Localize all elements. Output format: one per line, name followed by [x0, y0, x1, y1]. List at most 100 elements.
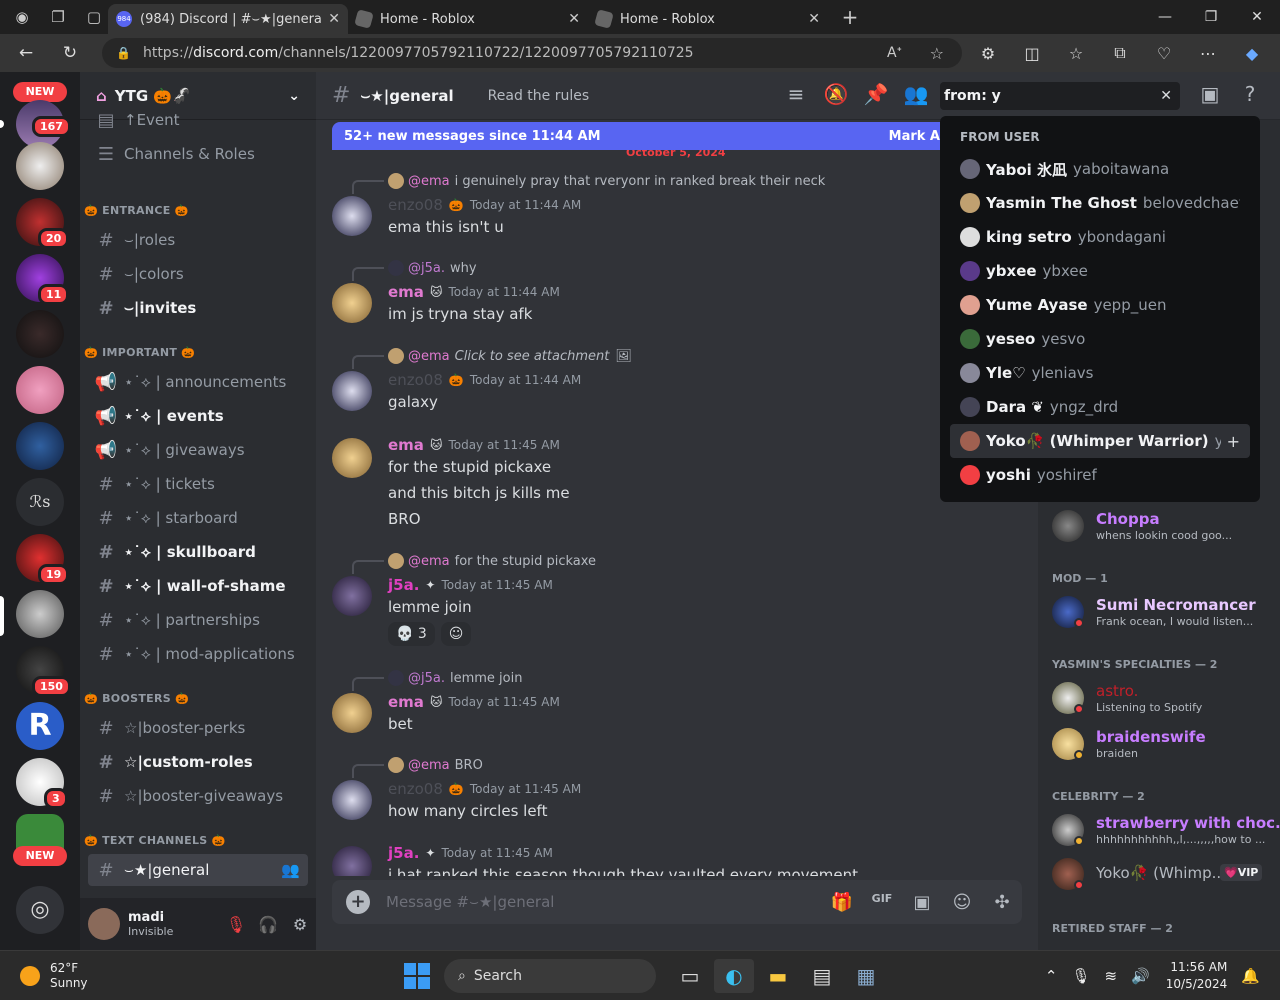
- server-icon[interactable]: ℛs: [16, 478, 64, 526]
- category-important[interactable]: 🎃 IMPORTANT 🎃: [82, 346, 302, 359]
- message-author[interactable]: j5a.: [388, 576, 419, 594]
- channel-colors[interactable]: # ⌣|colors: [88, 258, 308, 290]
- avatar[interactable]: [332, 196, 372, 236]
- category-boosters[interactable]: 🎃 BOOSTERS 🎃: [82, 692, 302, 705]
- channel-mod-applications[interactable]: # ⋆˙⟡ | mod-applications: [88, 638, 308, 670]
- message-author[interactable]: ema: [388, 283, 424, 301]
- more-icon[interactable]: ⋯: [1186, 36, 1230, 70]
- user-option[interactable]: Yasmin The Ghost belovedchaeyoung: [950, 186, 1250, 220]
- mute-mic-icon[interactable]: 🎙: [220, 915, 252, 934]
- member-astro[interactable]: astro. Listening to Spotify: [1052, 678, 1274, 720]
- user-option[interactable]: Yaboi 氷凪 yaboitawana: [950, 152, 1250, 186]
- notification-bell-muted-icon[interactable]: 🔕: [816, 82, 856, 106]
- close-tab-icon[interactable]: ✕: [808, 11, 820, 27]
- apps-icon[interactable]: ✣: [982, 892, 1022, 913]
- emoji-icon[interactable]: ☺: [942, 892, 982, 913]
- headphones-icon[interactable]: 🎧: [252, 915, 284, 934]
- gif-icon[interactable]: GIF: [862, 892, 902, 913]
- microphone-icon[interactable]: 🎙: [1071, 967, 1090, 985]
- server-icon[interactable]: [16, 310, 64, 358]
- profile-icon[interactable]: ◉: [8, 3, 36, 31]
- member-braidenswife[interactable]: braidenswife braiden: [1052, 724, 1274, 766]
- channel-roles[interactable]: # ⌣|roles: [88, 224, 308, 256]
- volume-icon[interactable]: 🔊: [1131, 967, 1150, 985]
- channel-tickets[interactable]: # ⋆˙⟡ | tickets: [88, 468, 308, 500]
- tab-roblox-2[interactable]: Home - Roblox ✕: [588, 4, 828, 34]
- user-option[interactable]: Yume Ayase yepp_uen: [950, 288, 1250, 322]
- favorites-icon[interactable]: ☆: [1054, 36, 1098, 70]
- weather-widget[interactable]: 62°F Sunny: [20, 961, 88, 991]
- tab-discord[interactable]: 984 (984) Discord | #⌣★|general | YTG ✕: [108, 4, 348, 34]
- server-icon[interactable]: R: [16, 702, 64, 750]
- reply-preview[interactable]: @j5a. lemme join: [388, 669, 522, 687]
- channel-announcements[interactable]: 📢 ⋆˙⟡ | announcements: [88, 366, 308, 398]
- channel-giveaways[interactable]: 📢 ⋆˙⟡ | giveaways: [88, 434, 308, 466]
- back-icon[interactable]: ←: [8, 35, 44, 71]
- category-text-channels[interactable]: 🎃 TEXT CHANNELS 🎃: [82, 834, 302, 847]
- avatar[interactable]: [88, 908, 120, 940]
- threads-icon[interactable]: ≡: [776, 82, 816, 106]
- app-icon[interactable]: ▤: [802, 959, 842, 993]
- close-tab-icon[interactable]: ✕: [568, 11, 580, 27]
- member-choppa[interactable]: Choppa whens lookin cood goo...: [1052, 506, 1274, 548]
- tab-actions-icon[interactable]: ▢: [80, 3, 108, 31]
- reply-preview[interactable]: @ema Click to see attachment 🖼: [388, 347, 632, 365]
- channel-starboard[interactable]: # ⋆˙⟡ | starboard: [88, 502, 308, 534]
- channel-booster-giveaways[interactable]: # ☆|booster-giveaways: [88, 780, 308, 812]
- channel-skullboard[interactable]: # ⋆˙⟡ | skullboard: [88, 536, 308, 568]
- avatar[interactable]: [332, 371, 372, 411]
- avatar[interactable]: [332, 438, 372, 478]
- channels-roles[interactable]: ☰ Channels & Roles: [88, 138, 308, 170]
- message-input[interactable]: Message #⌣★|general: [386, 893, 554, 911]
- user-option[interactable]: yeseo yesvo: [950, 322, 1250, 356]
- favorite-star-icon[interactable]: ☆: [930, 44, 944, 63]
- user-option[interactable]: ybxee ybxee: [950, 254, 1250, 288]
- server-icon[interactable]: [16, 142, 64, 190]
- file-explorer-icon[interactable]: ▬: [758, 959, 798, 993]
- avatar[interactable]: [332, 576, 372, 616]
- skull-reaction[interactable]: 💀 3: [388, 622, 435, 646]
- minimize-icon[interactable]: —: [1142, 0, 1188, 34]
- gear-icon[interactable]: ⚙: [284, 915, 316, 934]
- message-author[interactable]: enzo08: [388, 780, 443, 798]
- collections-icon[interactable]: ⧉: [1098, 36, 1142, 70]
- message-author[interactable]: ema: [388, 693, 424, 711]
- split-screen-icon[interactable]: ◫: [1010, 36, 1054, 70]
- sticker-icon[interactable]: ▣: [902, 892, 942, 913]
- copilot-icon[interactable]: ◆: [1230, 36, 1274, 70]
- performance-icon[interactable]: ♡: [1142, 36, 1186, 70]
- lock-icon[interactable]: 🔒: [116, 46, 131, 60]
- server-icon[interactable]: [16, 590, 64, 638]
- message-author[interactable]: j5a.: [388, 844, 419, 862]
- pinned-icon[interactable]: 📌: [856, 82, 896, 106]
- refresh-icon[interactable]: ↻: [52, 35, 88, 71]
- user-option[interactable]: yoshi yoshiref: [950, 458, 1250, 492]
- reply-preview[interactable]: @ema BRO: [388, 756, 483, 774]
- discover-icon[interactable]: ◎: [16, 886, 64, 934]
- start-windows-icon[interactable]: [404, 963, 430, 989]
- add-member-icon[interactable]: 👥: [281, 861, 300, 879]
- server-icon[interactable]: [16, 422, 64, 470]
- read-aloud-icon[interactable]: Aᐩ: [887, 45, 902, 61]
- user-option[interactable]: Yle♡ yleniavs: [950, 356, 1250, 390]
- channel-events[interactable]: 📢 ⋆˙⟡ | events: [88, 400, 308, 432]
- clear-search-icon[interactable]: ✕: [1160, 88, 1172, 104]
- inbox-icon[interactable]: ▣: [1190, 82, 1230, 106]
- workspaces-icon[interactable]: ❐: [44, 3, 72, 31]
- chevron-up-icon[interactable]: ⌃: [1045, 967, 1058, 985]
- upload-plus-icon[interactable]: +: [346, 890, 370, 914]
- help-icon[interactable]: ?: [1230, 82, 1270, 106]
- channel-invites[interactable]: # ⌣|invites: [88, 292, 308, 324]
- message-author[interactable]: ema: [388, 436, 424, 454]
- message-author[interactable]: enzo08: [388, 371, 443, 389]
- extensions-icon[interactable]: ⚙: [966, 36, 1010, 70]
- user-option[interactable]: Dara ❦ yngz_drd: [950, 390, 1250, 424]
- new-messages-banner[interactable]: 52+ new messages since 11:44 AM Mark A: [332, 122, 952, 150]
- category-entrance[interactable]: 🎃 ENTRANCE 🎃: [82, 204, 302, 217]
- close-window-icon[interactable]: ✕: [1234, 0, 1280, 34]
- close-tab-icon[interactable]: ✕: [328, 11, 340, 27]
- search-input[interactable]: from: y ✕: [940, 82, 1180, 110]
- wifi-icon[interactable]: ≋: [1105, 967, 1118, 985]
- reply-preview[interactable]: @ema for the stupid pickaxe: [388, 552, 596, 570]
- member-sumi[interactable]: Sumi Necromancer Frank ocean, I would li…: [1052, 592, 1274, 634]
